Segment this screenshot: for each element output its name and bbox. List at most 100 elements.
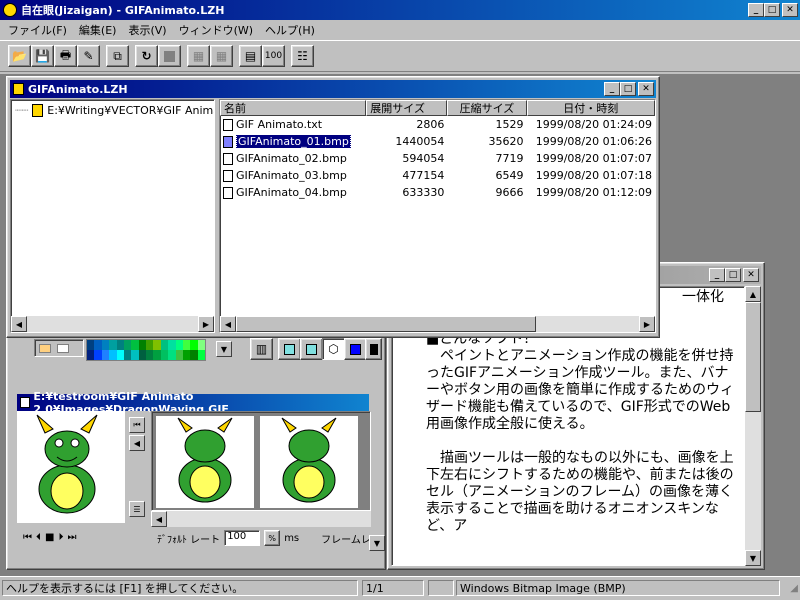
step-forward-icon[interactable]: ⏵ [58,532,63,543]
zoom-100-button[interactable]: 100 [262,45,285,67]
text-close-button[interactable]: ✕ [743,268,759,282]
properties-icon[interactable]: ☷ [291,45,314,67]
color-select[interactable] [34,339,84,357]
file-row-selected[interactable]: GIFAnimato_01.bmp 1440054 35620 1999/08/… [220,133,655,150]
minimize-button[interactable]: _ [748,3,764,17]
col-packed[interactable]: 圧縮サイズ [447,100,527,116]
text-minimize-button[interactable]: _ [709,268,725,282]
gif-scroll-down-icon[interactable]: ▼ [369,535,385,551]
print-icon[interactable]: 🖶 [54,45,77,67]
rate-input[interactable]: 100 [224,530,261,546]
refresh-icon[interactable]: ↻ [135,45,158,67]
wand-icon[interactable]: ✎ [77,45,100,67]
frames-hscroll[interactable]: ◀ [151,511,371,527]
file-list-header: 名前 展開サイズ 圧縮サイズ 日付・時刻 [220,100,655,116]
file-size: 594054 [402,152,445,165]
fast-forward-icon[interactable]: ⏭ [67,532,76,543]
frames-scroll-left-icon[interactable]: ◀ [151,511,167,527]
status-type: Windows Bitmap Image (BMP) [456,580,780,596]
menu-help[interactable]: ヘルプ(H) [259,22,321,38]
fill-rect-alt-icon[interactable] [365,338,382,360]
rect-icon[interactable] [278,338,301,360]
resize-grip-icon[interactable]: ◢ [790,583,798,594]
list-hscroll[interactable]: ◀ ▶ [220,316,655,332]
bitmap-file-icon [223,153,233,165]
status-help: ヘルプを表示するには [F1] を押してください。 [2,580,358,596]
frame-thumb-2[interactable] [260,416,358,508]
fill-rect-icon[interactable] [344,338,367,360]
grid-icon-a[interactable]: ▦ [187,45,210,67]
dragon-image-frame-1 [177,417,233,503]
col-size[interactable]: 展開サイズ [366,100,448,116]
tree-root[interactable]: ┈┈ E:¥Writing¥VECTOR¥GIF Animato [15,104,215,117]
color-palette[interactable] [86,339,206,361]
archive-maximize-button[interactable]: □ [620,82,636,96]
film-icon[interactable]: ▤ [239,45,262,67]
copy-icon[interactable]: ⧉ [106,45,129,67]
polygon-icon[interactable]: ⬡ [322,338,345,360]
menu-file[interactable]: ファイル(F) [2,22,73,38]
file-size: 477154 [402,169,445,182]
file-row[interactable]: GIFAnimato_03.bmp 477154 6549 1999/08/20… [220,167,655,184]
rate-spin-icon[interactable]: % [264,530,281,546]
close-button[interactable]: ✕ [782,3,798,17]
gif-animato-window[interactable]: ▼ ▥ ⬡ E:¥testroom¥GIF Animato 2.0¥Images… [6,318,386,570]
tree-hscroll[interactable]: ◀ ▶ [11,316,214,332]
col-name[interactable]: 名前 [220,100,367,116]
file-size: 1440054 [395,135,445,148]
file-packed: 1529 [495,118,524,131]
tree-path: E:¥Writing¥VECTOR¥GIF Animato [47,104,215,117]
maximize-button[interactable]: □ [764,3,780,17]
scroll-thumb[interactable] [745,302,761,412]
menu-edit[interactable]: 編集(E) [73,22,123,38]
archive-minimize-button[interactable]: _ [604,82,620,96]
gif-frames-strip[interactable] [151,411,371,511]
layout-icon[interactable]: ▥ [250,338,273,360]
gif-frame-preview[interactable] [17,411,125,523]
step-back-icon[interactable]: ⏴ [36,532,41,543]
stop-playback-icon[interactable]: ■ [45,532,54,543]
text-maximize-button[interactable]: □ [725,268,741,282]
tree-scroll-right-icon[interactable]: ▶ [198,316,214,332]
scroll-down-icon[interactable]: ▼ [745,550,761,566]
file-name: GIFAnimato_04.bmp [236,186,347,199]
grid-icon-b[interactable]: ▦ [210,45,233,67]
archive-tree[interactable]: ┈┈ E:¥Writing¥VECTOR¥GIF Animato ◀ ▶ [10,99,215,333]
open-folder-icon[interactable]: 📂 [8,45,31,67]
status-position: 1/1 [362,580,424,596]
app-icon[interactable] [3,3,17,17]
gif-side-buttons: ⏮ ◀ ☰ [125,411,149,523]
window-title: 自在眼(Jizaigan) - GIFAnimato.LZH [21,4,225,17]
list-scroll-left-icon[interactable]: ◀ [220,316,236,332]
frame-prev-icon[interactable]: ◀ [129,435,145,451]
frame-first-icon[interactable]: ⏮ [129,417,145,433]
file-row[interactable]: GIF Animato.txt 2806 1529 1999/08/20 01:… [220,116,655,133]
rect-outline-icon[interactable] [300,338,323,360]
file-row[interactable]: GIFAnimato_04.bmp 633330 9666 1999/08/20… [220,184,655,201]
archive-title-bar: GIFAnimato.LZH _ □ ✕ [10,80,656,98]
frame-rate-label: フレームレ [321,534,371,546]
scroll-up-icon[interactable]: ▲ [745,286,761,302]
col-date[interactable]: 日付・時刻 [526,100,655,116]
tree-scroll-left-icon[interactable]: ◀ [11,316,27,332]
save-icon[interactable]: 💾 [31,45,54,67]
archive-window[interactable]: GIFAnimato.LZH _ □ ✕ ┈┈ E:¥Writing¥VECTO… [6,76,660,338]
rewind-icon[interactable]: ⏮ [23,532,32,543]
stop-icon[interactable] [158,45,181,67]
text-vscroll[interactable]: ▲ ▼ [745,286,761,566]
file-name: GIFAnimato_01.bmp [236,135,351,148]
file-name: GIF Animato.txt [236,118,323,131]
frame-list-icon[interactable]: ☰ [129,501,145,517]
menu-window[interactable]: ウィンドウ(W) [173,22,259,38]
file-packed: 7719 [495,152,524,165]
file-list[interactable]: 名前 展開サイズ 圧縮サイズ 日付・時刻 GIF Animato.txt 280… [219,99,656,333]
frame-thumb-1[interactable] [156,416,254,508]
menu-view[interactable]: 表示(V) [122,22,172,38]
palette-dropdown-icon[interactable]: ▼ [216,341,232,357]
rate-row: ﾃﾞﾌｫﾙﾄ レート 100 % ms フレームレ [157,529,371,547]
archive-close-button[interactable]: ✕ [638,82,654,96]
list-scroll-thumb[interactable] [236,316,536,332]
rate-label: ﾃﾞﾌｫﾙﾄ レート [157,534,221,546]
list-scroll-right-icon[interactable]: ▶ [639,316,655,332]
file-row[interactable]: GIFAnimato_02.bmp 594054 7719 1999/08/20… [220,150,655,167]
